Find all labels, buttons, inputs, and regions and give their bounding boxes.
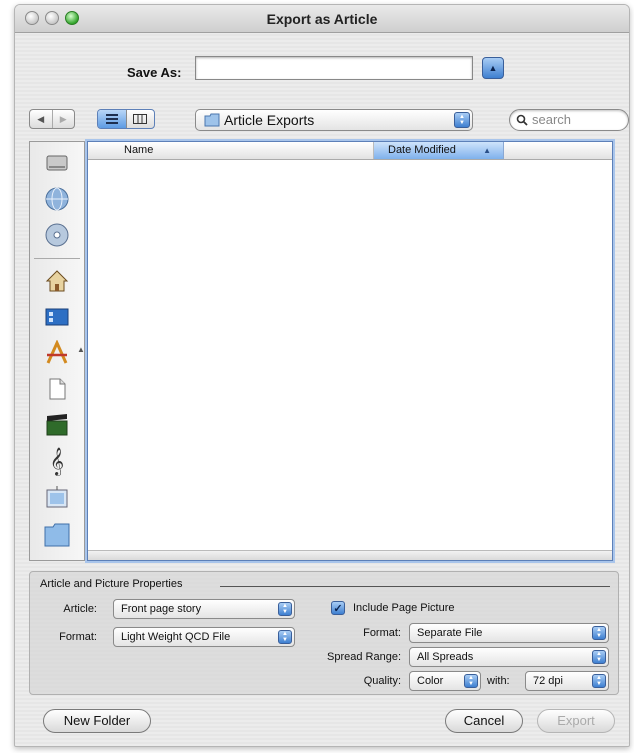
format-popup[interactable]: Light Weight QCD File ▲ ▼	[113, 627, 295, 647]
picture-format-label: Format:	[363, 627, 401, 639]
file-list: Name Date Modified ▲	[87, 141, 613, 561]
back-forward-control: ◀ ▶	[29, 109, 75, 129]
checkmark-icon: ✓	[333, 602, 343, 615]
sidebar-item-documents[interactable]	[42, 374, 72, 404]
sidebar-item-applications[interactable]	[42, 338, 72, 368]
column-header-date-label: Date Modified	[388, 144, 456, 156]
popup-arrows-icon: ▲ ▼	[278, 630, 292, 644]
search-placeholder: search	[532, 112, 572, 127]
list-view-icon	[105, 114, 118, 124]
picture-format-popup[interactable]: Separate File ▲ ▼	[409, 623, 609, 643]
location-popup[interactable]: Article Exports ▲ ▼	[195, 109, 473, 131]
search-icon	[516, 114, 528, 126]
column-header: Name Date Modified ▲	[88, 142, 612, 160]
sidebar-item-network[interactable]	[42, 184, 72, 214]
popup-arrows-icon: ▲ ▼	[464, 674, 478, 688]
column-view-button[interactable]	[125, 110, 155, 128]
export-button[interactable]: Export	[537, 709, 615, 733]
sidebar-item-hard-disk[interactable]	[42, 148, 72, 178]
triangle-up-icon: ▲	[488, 63, 498, 73]
dpi-value: 72 dpi	[533, 675, 563, 687]
horizontal-scrollbar[interactable]	[88, 550, 612, 560]
include-page-picture-label: Include Page Picture	[353, 602, 455, 614]
home-icon	[45, 270, 69, 292]
pictures-icon	[46, 486, 68, 508]
view-mode-control	[97, 109, 155, 129]
column-header-name[interactable]: Name	[88, 142, 374, 159]
sidebar-item-pictures[interactable]	[42, 482, 72, 512]
sidebar-item-disc[interactable]	[42, 220, 72, 250]
include-page-picture-checkbox[interactable]: ✓	[331, 601, 345, 615]
desktop-icon	[45, 308, 69, 326]
title-bar: Export as Article	[15, 5, 629, 33]
location-label: Article Exports	[224, 112, 315, 128]
music-icon: 𝄞	[49, 447, 65, 475]
collapse-dialog-button[interactable]: ▲	[482, 57, 504, 79]
with-label: with:	[487, 675, 510, 687]
sidebar-item-desktop[interactable]	[42, 302, 72, 332]
sidebar-item-music[interactable]: 𝄞	[42, 446, 72, 476]
sidebar-divider	[34, 258, 80, 259]
sidebar-item-folder[interactable]	[42, 520, 72, 550]
format-label: Format:	[59, 631, 97, 643]
spread-range-label: Spread Range:	[327, 651, 401, 663]
forward-arrow-icon: ▶	[59, 113, 67, 124]
hard-disk-icon	[46, 155, 68, 171]
save-as-input[interactable]	[195, 56, 473, 80]
cancel-button[interactable]: Cancel	[445, 709, 523, 733]
back-arrow-icon: ◀	[37, 113, 45, 124]
column-view-icon	[133, 114, 148, 124]
sidebar-item-movies[interactable]	[42, 410, 72, 440]
sidebar-resize-handle[interactable]: ▲	[77, 345, 85, 354]
network-icon	[45, 187, 69, 211]
documents-icon	[49, 378, 66, 400]
forward-button[interactable]: ▶	[51, 110, 75, 128]
quality-value: Color	[417, 675, 444, 687]
disc-icon	[45, 223, 69, 247]
window-title: Export as Article	[266, 11, 378, 27]
back-button[interactable]: ◀	[30, 110, 52, 128]
quality-popup[interactable]: Color ▲ ▼	[409, 671, 481, 691]
spread-range-popup[interactable]: All Spreads ▲ ▼	[409, 647, 609, 667]
spread-range-value: All Spreads	[417, 651, 474, 663]
popup-arrows-icon: ▲ ▼	[278, 602, 292, 616]
list-view-button[interactable]	[98, 110, 126, 128]
sort-ascending-icon: ▲	[483, 146, 491, 155]
format-value: Light Weight QCD File	[121, 631, 231, 643]
article-label: Article:	[63, 603, 97, 615]
properties-title: Article and Picture Properties	[40, 578, 183, 590]
export-dialog-window: Export as Article Save As: ▲ ◀ ▶ Article…	[14, 4, 630, 747]
column-header-date-modified[interactable]: Date Modified ▲	[374, 142, 504, 159]
quality-label: Quality:	[363, 675, 401, 687]
folder-icon	[204, 113, 220, 127]
dpi-popup[interactable]: 72 dpi ▲ ▼	[525, 671, 609, 691]
popup-arrows-icon: ▲ ▼	[592, 674, 606, 688]
popup-arrows-icon: ▲ ▼	[454, 112, 470, 128]
movies-icon	[46, 414, 68, 436]
search-field[interactable]: search	[509, 109, 629, 131]
new-folder-button[interactable]: New Folder	[43, 709, 151, 733]
picture-format-value: Separate File	[417, 627, 483, 639]
applications-icon	[46, 340, 68, 364]
popup-arrows-icon: ▲ ▼	[592, 650, 606, 664]
save-as-label: Save As:	[127, 65, 182, 80]
folder-icon	[44, 523, 70, 547]
sidebar-item-home[interactable]	[42, 266, 72, 296]
popup-arrows-icon: ▲ ▼	[592, 626, 606, 640]
article-value: Front page story	[121, 603, 202, 615]
article-popup[interactable]: Front page story ▲ ▼	[113, 599, 295, 619]
properties-divider	[220, 586, 610, 587]
